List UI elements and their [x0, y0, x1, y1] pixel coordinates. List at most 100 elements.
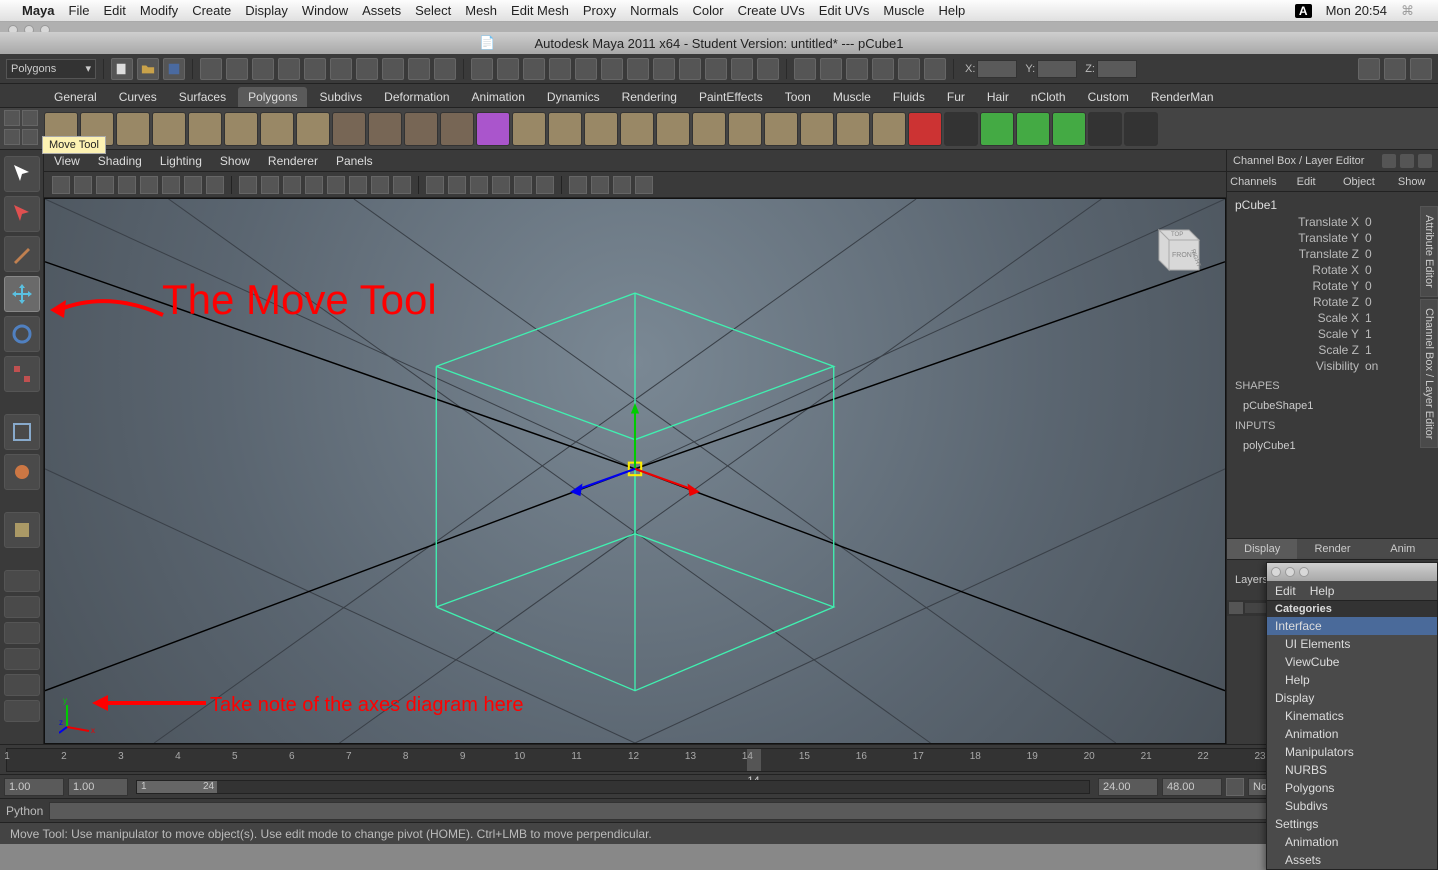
move-tool[interactable]: [4, 276, 40, 312]
cbox-shade-icon[interactable]: [1400, 154, 1414, 168]
shelf-tab-custom[interactable]: Custom: [1078, 87, 1139, 107]
module-selector[interactable]: Polygons▾: [6, 59, 96, 79]
toolbar-icon[interactable]: [549, 58, 571, 80]
single-pane-layout[interactable]: [4, 570, 40, 592]
mac-menu-display[interactable]: Display: [245, 3, 288, 18]
mac-menu-color[interactable]: Color: [693, 3, 724, 18]
shelf-button[interactable]: [476, 112, 510, 146]
prefs-item-polygons[interactable]: Polygons: [1267, 779, 1437, 797]
toolbar-icon[interactable]: [627, 58, 649, 80]
prefs-menu-edit[interactable]: Edit: [1275, 584, 1296, 598]
shelf-tab-fluids[interactable]: Fluids: [883, 87, 935, 107]
panel-icon[interactable]: [96, 176, 114, 194]
prefs-item-display[interactable]: Display: [1267, 689, 1437, 707]
prefs-item-animation[interactable]: Animation: [1267, 725, 1437, 743]
shelf-button[interactable]: [584, 112, 618, 146]
layer-tab-render[interactable]: Render: [1297, 539, 1367, 559]
shelf-button[interactable]: [908, 112, 942, 146]
attr-row[interactable]: Scale Y1: [1227, 326, 1438, 342]
shelf-button[interactable]: [1088, 112, 1122, 146]
shelf-button[interactable]: [872, 112, 906, 146]
mac-menu-normals[interactable]: Normals: [630, 3, 678, 18]
panel-menu-renderer[interactable]: Renderer: [268, 154, 318, 168]
panel-icon[interactable]: [591, 176, 609, 194]
panel-icon[interactable]: [426, 176, 444, 194]
range-start2-field[interactable]: [68, 778, 128, 796]
cbox-close-icon[interactable]: [1418, 154, 1432, 168]
shelf-tab-muscle[interactable]: Muscle: [823, 87, 881, 107]
toolbar-icon[interactable]: [820, 58, 842, 80]
panel-icon[interactable]: [52, 176, 70, 194]
scale-tool[interactable]: [4, 356, 40, 392]
shelf-tab-toon[interactable]: Toon: [775, 87, 821, 107]
attr-value[interactable]: 0: [1365, 263, 1385, 277]
cbox-object-name[interactable]: pCube1: [1227, 196, 1438, 214]
shelf-button[interactable]: [692, 112, 726, 146]
layout-preset[interactable]: [4, 700, 40, 722]
mac-menu-modify[interactable]: Modify: [140, 3, 178, 18]
coord-z-input[interactable]: [1097, 60, 1137, 78]
attr-value[interactable]: 1: [1365, 311, 1385, 325]
time-slider[interactable]: 14 1234567891011121314151617181920212223…: [0, 744, 1438, 774]
prefs-min-button[interactable]: [1285, 567, 1295, 577]
panel-icon[interactable]: [305, 176, 323, 194]
coord-x-input[interactable]: [977, 60, 1017, 78]
shelf-button[interactable]: [656, 112, 690, 146]
panel-icon[interactable]: [239, 176, 257, 194]
toolbar-icon[interactable]: [731, 58, 753, 80]
attr-value[interactable]: 0: [1365, 231, 1385, 245]
mac-menu-file[interactable]: File: [69, 3, 90, 18]
shelf-options[interactable]: [4, 110, 40, 146]
mac-menu-help[interactable]: Help: [939, 3, 966, 18]
four-pane-layout[interactable]: [4, 596, 40, 618]
side-tab-attribute-editor[interactable]: Attribute Editor: [1420, 206, 1438, 297]
toolbar-icon[interactable]: [523, 58, 545, 80]
panel-icon[interactable]: [206, 176, 224, 194]
side-tab-channel-box[interactable]: Channel Box / Layer Editor: [1420, 299, 1438, 448]
range-start-field[interactable]: [4, 778, 64, 796]
panel-icon[interactable]: [118, 176, 136, 194]
prefs-menu-help[interactable]: Help: [1310, 584, 1335, 598]
shelf-button[interactable]: [1124, 112, 1158, 146]
shelf-button[interactable]: [1052, 112, 1086, 146]
shelf-tab-animation[interactable]: Animation: [462, 87, 535, 107]
attr-row[interactable]: Scale Z1: [1227, 342, 1438, 358]
cbox-tab-edit[interactable]: Edit: [1280, 172, 1333, 191]
toolbar-icon[interactable]: [679, 58, 701, 80]
attr-value[interactable]: 0: [1365, 215, 1385, 229]
panel-icon[interactable]: [74, 176, 92, 194]
toolbar-icon[interactable]: [304, 58, 326, 80]
mac-menu-edit[interactable]: Edit: [103, 3, 125, 18]
toolbar-icon[interactable]: [226, 58, 248, 80]
cbox-tab-channels[interactable]: Channels: [1227, 172, 1280, 191]
open-scene-icon[interactable]: [137, 58, 159, 80]
panel-icon[interactable]: [514, 176, 532, 194]
shelf-button[interactable]: [404, 112, 438, 146]
prefs-item-ui-elements[interactable]: UI Elements: [1267, 635, 1437, 653]
shelf-tab-deformation[interactable]: Deformation: [374, 87, 459, 107]
panel-icon[interactable]: [349, 176, 367, 194]
panel-menu-panels[interactable]: Panels: [336, 154, 373, 168]
panel-icon[interactable]: [635, 176, 653, 194]
toolbar-icon[interactable]: [705, 58, 727, 80]
panel-icon[interactable]: [283, 176, 301, 194]
cbox-axis-icon[interactable]: [1382, 154, 1396, 168]
mac-menu-edituvs[interactable]: Edit UVs: [819, 3, 870, 18]
panel-icon[interactable]: [162, 176, 180, 194]
attr-row[interactable]: Rotate Z0: [1227, 294, 1438, 310]
attr-row[interactable]: Rotate Y0: [1227, 278, 1438, 294]
shelf-button[interactable]: [188, 112, 222, 146]
save-scene-icon[interactable]: [163, 58, 185, 80]
shelf-tab-renderman[interactable]: RenderMan: [1141, 87, 1224, 107]
command-input[interactable]: [49, 802, 1404, 820]
panel-icon[interactable]: [613, 176, 631, 194]
mac-menu-muscle[interactable]: Muscle: [883, 3, 924, 18]
prefs-item-nurbs[interactable]: NURBS: [1267, 761, 1437, 779]
shelf-button[interactable]: [1016, 112, 1050, 146]
toolbar-icon[interactable]: [408, 58, 430, 80]
range-end2-field[interactable]: [1162, 778, 1222, 796]
panel-icon[interactable]: [261, 176, 279, 194]
prefs-item-viewcube[interactable]: ViewCube: [1267, 653, 1437, 671]
preferences-window[interactable]: Edit Help Categories InterfaceUI Element…: [1266, 562, 1438, 870]
toolbar-icon[interactable]: [898, 58, 920, 80]
